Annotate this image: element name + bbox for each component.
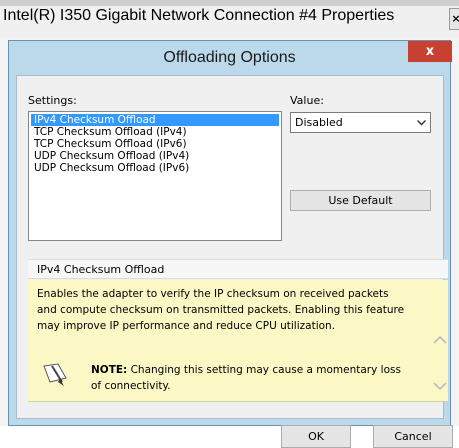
value-dropdown[interactable]: Disabled <box>290 112 431 133</box>
dialog-title: Offloading Options <box>163 49 296 66</box>
parent-titlebar: Intel(R) I350 Gigabit Network Connection… <box>0 0 459 38</box>
dialog-close-button[interactable]: x <box>408 41 452 62</box>
settings-label: Settings: <box>28 94 77 107</box>
parent-window-title: Intel(R) I350 Gigabit Network Connection… <box>3 7 395 24</box>
note-pencil-icon <box>40 360 72 388</box>
description-panel: Enables the adapter to verify the IP che… <box>28 280 448 402</box>
description-text: Enables the adapter to verify the IP che… <box>37 288 405 332</box>
chevron-down-icon[interactable] <box>417 113 426 132</box>
note-text: NOTE: Changing this setting may cause a … <box>91 362 411 394</box>
value-dropdown-text: Disabled <box>295 116 343 129</box>
settings-list-item[interactable]: TCP Checksum Offload (IPv4) <box>31 126 279 138</box>
scroll-up-icon[interactable] <box>433 330 447 349</box>
dialog-client-area: Settings: Value: IPv4 Checksum Offload T… <box>16 75 453 448</box>
settings-list-item[interactable]: UDP Checksum Offload (IPv4) <box>31 150 279 162</box>
scroll-down-icon[interactable] <box>433 376 447 395</box>
value-label: Value: <box>290 94 324 107</box>
note-message: Changing this setting may cause a moment… <box>91 364 401 392</box>
description-header: IPv4 Checksum Offload <box>28 259 448 279</box>
settings-listbox[interactable]: IPv4 Checksum Offload TCP Checksum Offlo… <box>28 111 282 241</box>
note-label: NOTE: <box>91 364 128 376</box>
parent-title-strip <box>0 0 459 6</box>
offloading-options-dialog: Offloading Options x Settings: Value: IP… <box>8 40 453 448</box>
cancel-button[interactable]: Cancel <box>373 425 453 448</box>
parent-close-button[interactable]: × <box>449 8 459 30</box>
settings-list-item[interactable]: TCP Checksum Offload (IPv6) <box>31 138 279 150</box>
settings-list-item[interactable]: IPv4 Checksum Offload <box>31 114 279 126</box>
settings-list-item[interactable]: UDP Checksum Offload (IPv6) <box>31 162 279 174</box>
use-default-button[interactable]: Use Default <box>290 190 431 211</box>
ok-button[interactable]: OK <box>281 425 351 448</box>
